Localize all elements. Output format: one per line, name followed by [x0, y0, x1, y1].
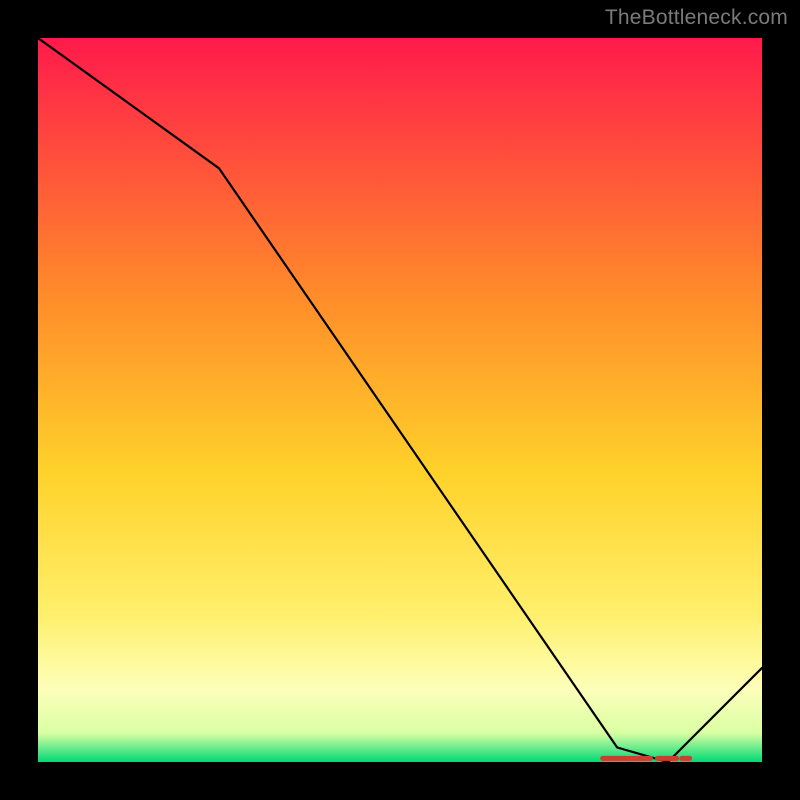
plot-area: [38, 38, 762, 762]
gradient-rect: [38, 38, 762, 762]
plot-frame: [30, 30, 770, 770]
chart-svg: [38, 38, 762, 762]
watermark-label: TheBottleneck.com: [605, 6, 788, 30]
